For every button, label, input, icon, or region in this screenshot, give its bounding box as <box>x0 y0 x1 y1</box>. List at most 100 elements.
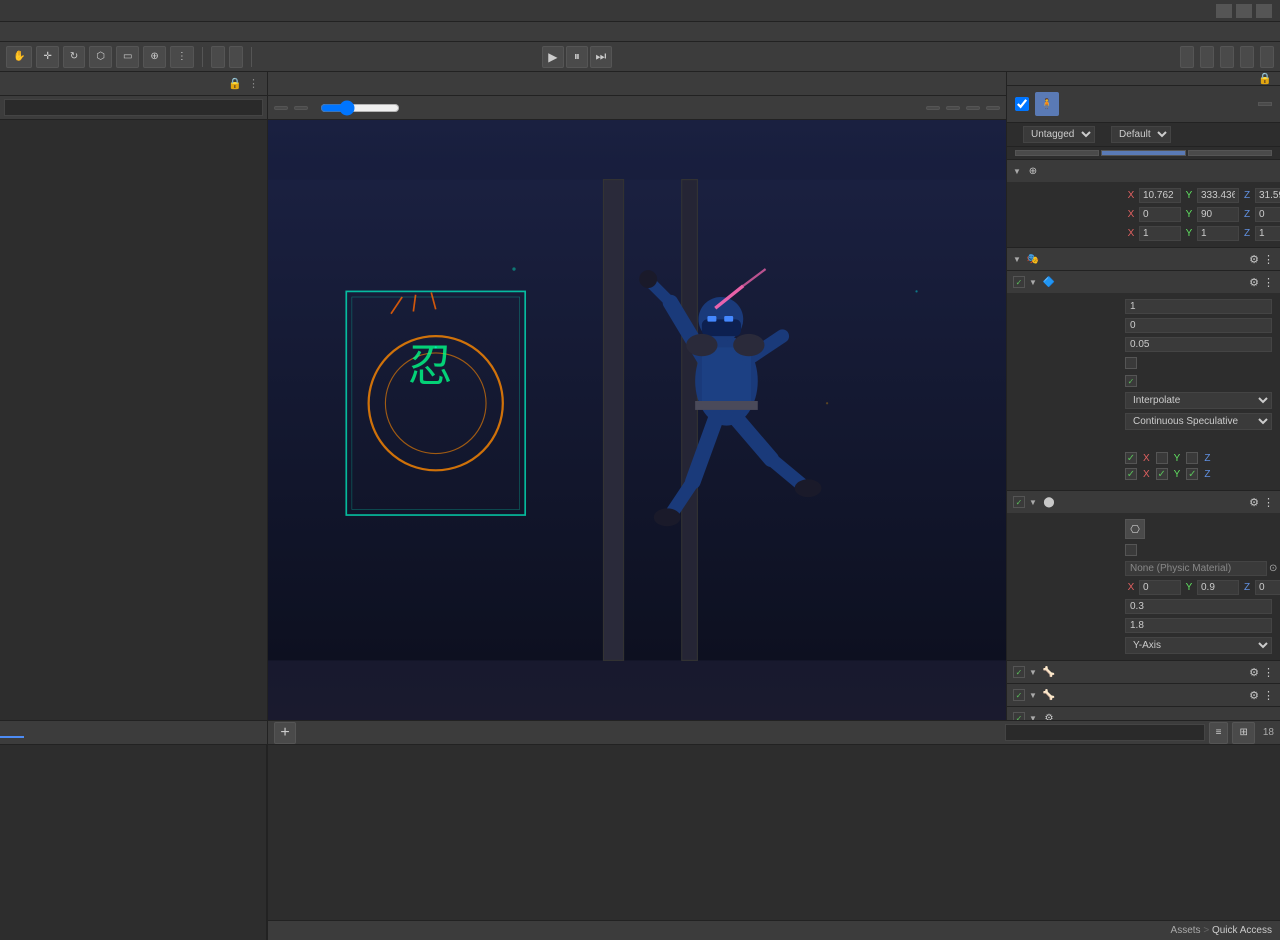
capsule-menu-icon[interactable]: ⋮ <box>1263 496 1274 509</box>
hand-tool-button[interactable]: ✋ <box>6 46 32 68</box>
pause-button[interactable]: ⏸ <box>566 46 588 68</box>
console-tab[interactable] <box>24 729 48 737</box>
asset-search-input[interactable] <box>1005 724 1205 741</box>
project-tab[interactable] <box>0 728 24 738</box>
maximize-button[interactable] <box>1236 4 1252 18</box>
bone-renderer-2-header[interactable]: ▼ 🦴 ⚙ ⋮ <box>1007 684 1280 706</box>
maximize-on-play-button[interactable] <box>926 106 940 110</box>
bone-renderer-2-toggle[interactable] <box>1013 689 1025 701</box>
rigidbody-header[interactable]: ▼ 🔷 ⚙ ⋮ <box>1007 271 1280 293</box>
rotate-tool-button[interactable]: ↻ <box>63 46 85 68</box>
scale-z-input[interactable] <box>1255 226 1280 241</box>
close-button[interactable] <box>1256 4 1272 18</box>
radius-input[interactable] <box>1125 599 1272 614</box>
animator-header[interactable]: ▼ 🎭 ⚙ ⋮ <box>1007 248 1280 270</box>
hierarchy-search-input[interactable] <box>4 99 263 116</box>
center-z-input[interactable] <box>1255 580 1280 595</box>
tag-selector[interactable]: Untagged <box>1023 126 1095 143</box>
aspect-selector[interactable] <box>294 106 308 110</box>
direction-row: Y-Axis <box>1007 635 1280 656</box>
interpolate-select[interactable]: Interpolate <box>1125 392 1272 409</box>
edit-collider-button[interactable]: ⎔ <box>1125 519 1145 539</box>
bone-renderer-2-settings-icon[interactable]: ⚙ <box>1249 689 1259 702</box>
scale-slider[interactable] <box>320 102 400 114</box>
static-button[interactable] <box>1258 102 1272 106</box>
cloud-button[interactable] <box>1200 46 1214 68</box>
variant-select-button[interactable] <box>1101 150 1185 156</box>
angular-drag-input[interactable] <box>1125 337 1272 352</box>
collision-detection-select[interactable]: Continuous Speculative <box>1125 413 1272 430</box>
rigidbody-settings-icon[interactable]: ⚙ <box>1249 276 1259 289</box>
capsule-settings-icon[interactable]: ⚙ <box>1249 496 1259 509</box>
is-kinematic-checkbox[interactable] <box>1125 375 1137 387</box>
bone-renderer-2-menu-icon[interactable]: ⋮ <box>1263 689 1274 702</box>
bone-renderer-1-settings-icon[interactable]: ⚙ <box>1249 666 1259 679</box>
collab-button[interactable] <box>1180 46 1194 68</box>
step-button[interactable]: ⏭ <box>590 46 612 68</box>
center-x-input[interactable] <box>1139 580 1181 595</box>
layers-button[interactable] <box>1240 46 1254 68</box>
center-y-input[interactable] <box>1197 580 1239 595</box>
freeze-rot-z-checkbox[interactable] <box>1186 468 1198 480</box>
freeze-rotation-row: X Y Z <box>1007 466 1280 482</box>
display-selector[interactable] <box>274 106 288 110</box>
freeze-rot-y-checkbox[interactable] <box>1156 468 1168 480</box>
mass-input[interactable] <box>1125 299 1272 314</box>
rig-builder-header[interactable]: ▼ ⚙ <box>1007 707 1280 720</box>
rotation-z-input[interactable] <box>1255 207 1280 222</box>
freeze-pos-z-checkbox[interactable] <box>1186 452 1198 464</box>
freeze-pos-y-checkbox[interactable] <box>1156 452 1168 464</box>
minimize-button[interactable] <box>1216 4 1232 18</box>
play-button[interactable]: ▶ <box>542 46 564 68</box>
animator-settings-icon[interactable]: ⚙ <box>1249 253 1259 266</box>
scale-x-input[interactable] <box>1139 226 1181 241</box>
bone-renderer-1-menu-icon[interactable]: ⋮ <box>1263 666 1274 679</box>
bone-renderer-1-header[interactable]: ▼ 🦴 ⚙ ⋮ <box>1007 661 1280 683</box>
drag-value <box>1125 318 1272 333</box>
capsule-collider-header[interactable]: ▼ ⬤ ⚙ ⋮ <box>1007 491 1280 513</box>
position-z-input[interactable] <box>1255 188 1280 203</box>
pos-z-label: Z <box>1241 190 1253 201</box>
custom-tool-button[interactable]: ⋮ <box>170 46 194 68</box>
use-gravity-checkbox[interactable] <box>1125 357 1137 369</box>
animator-tab[interactable] <box>243 729 267 737</box>
layer-selector[interactable]: Default <box>1111 126 1171 143</box>
variant-open-button[interactable] <box>1015 150 1099 156</box>
animator-menu-icon[interactable]: ⋮ <box>1263 253 1274 266</box>
transform-header[interactable]: ▼ ⊕ <box>1007 160 1280 182</box>
capsule-collider-toggle[interactable] <box>1013 496 1025 508</box>
gizmos-button[interactable] <box>986 106 1000 110</box>
local-button[interactable] <box>229 46 243 68</box>
scale-y-input[interactable] <box>1197 226 1239 241</box>
position-y-input[interactable] <box>1197 188 1239 203</box>
asset-view2-button[interactable]: ⊞ <box>1232 722 1254 744</box>
material-pick-icon[interactable]: ⊙ <box>1269 563 1277 574</box>
mute-audio-button[interactable] <box>946 106 960 110</box>
pivot-center-button[interactable] <box>211 46 225 68</box>
position-x-input[interactable] <box>1139 188 1181 203</box>
account-button[interactable] <box>1220 46 1234 68</box>
object-active-checkbox[interactable] <box>1015 97 1029 111</box>
create-asset-button[interactable]: + <box>274 722 296 744</box>
bone-renderer-1-toggle[interactable] <box>1013 666 1025 678</box>
height-input[interactable] <box>1125 618 1272 633</box>
drag-input[interactable] <box>1125 318 1272 333</box>
rect-tool-button[interactable]: ▭ <box>116 46 139 68</box>
rig-builder-toggle[interactable] <box>1013 712 1025 720</box>
animation-tab[interactable] <box>219 729 243 737</box>
freeze-pos-x-checkbox[interactable] <box>1125 452 1137 464</box>
rotation-x-input[interactable] <box>1139 207 1181 222</box>
stats-button[interactable] <box>966 106 980 110</box>
freeze-rot-x-checkbox[interactable] <box>1125 468 1137 480</box>
is-trigger-checkbox[interactable] <box>1125 544 1137 556</box>
move-tool-button[interactable]: ✛ <box>36 46 58 68</box>
scale-tool-button[interactable]: ⬡ <box>89 46 112 68</box>
asset-view-button[interactable]: ≡ <box>1209 722 1229 744</box>
rotation-y-input[interactable] <box>1197 207 1239 222</box>
rigidbody-toggle[interactable] <box>1013 276 1025 288</box>
layout-button[interactable] <box>1260 46 1274 68</box>
variant-overrides-button[interactable] <box>1188 150 1272 156</box>
transform-tool-button[interactable]: ⊕ <box>143 46 165 68</box>
direction-select[interactable]: Y-Axis <box>1125 637 1272 654</box>
rigidbody-menu-icon[interactable]: ⋮ <box>1263 276 1274 289</box>
